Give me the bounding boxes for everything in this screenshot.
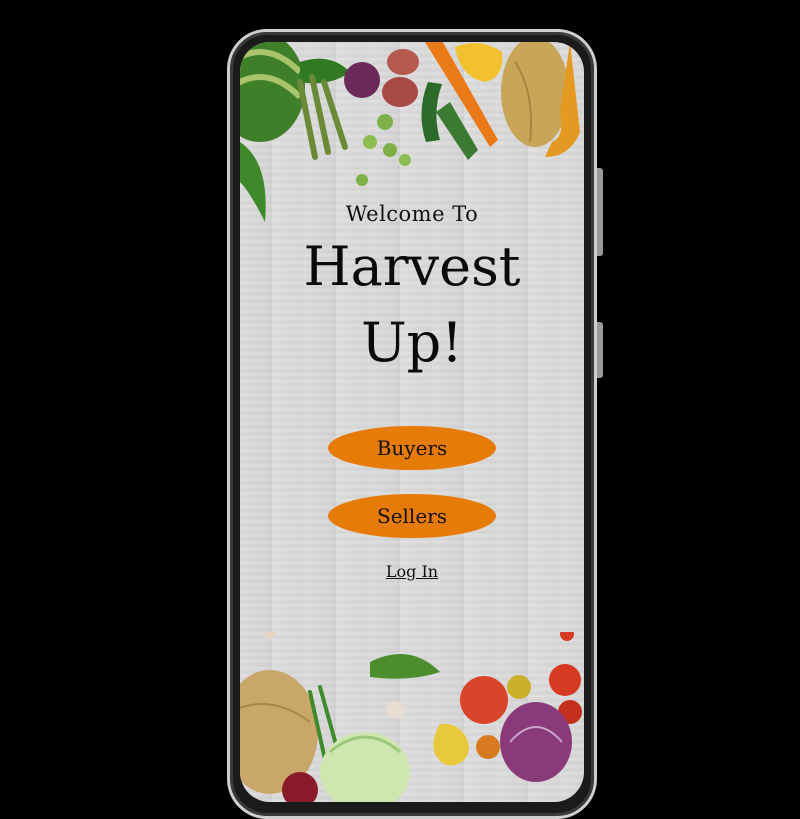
tomato-icon xyxy=(460,676,508,724)
buyers-button[interactable]: Buyers xyxy=(328,426,496,470)
phone-side-button xyxy=(597,322,603,378)
potato-icon xyxy=(382,77,418,107)
app-screen: Welcome To Harvest Up! Buyers Sellers Lo… xyxy=(240,42,584,802)
app-title-line1: Harvest xyxy=(303,235,521,298)
produce-bottom-image xyxy=(240,632,582,802)
pear-icon xyxy=(433,723,470,766)
sellers-button[interactable]: Sellers xyxy=(328,494,496,538)
onion-icon xyxy=(344,62,380,98)
welcome-subtitle: Welcome To xyxy=(345,202,479,226)
app-title-line2: Up! xyxy=(361,311,463,374)
login-link[interactable]: Log In xyxy=(240,562,584,581)
melon-icon xyxy=(501,42,569,147)
phone-side-button xyxy=(597,168,603,256)
pepper-icon xyxy=(455,43,503,82)
